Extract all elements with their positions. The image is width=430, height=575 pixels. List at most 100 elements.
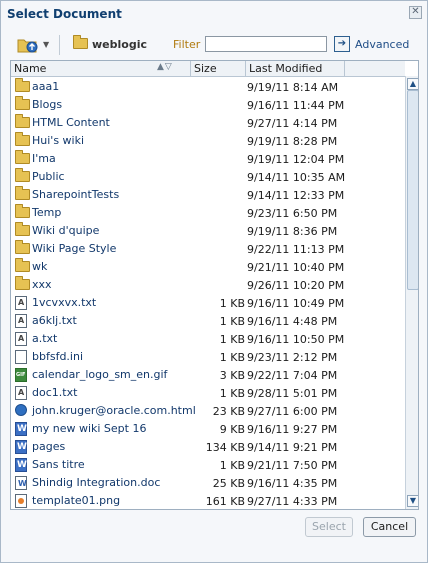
file-modified: 9/27/11 6:00 PM [247, 405, 338, 418]
table-row[interactable]: Shindig Integration.doc 25 KB9/16/11 4:35… [11, 474, 405, 492]
file-name[interactable]: bbfsfd.ini [32, 350, 83, 363]
file-name[interactable]: aaa1 [32, 80, 59, 93]
file-size: 1 KB [219, 297, 245, 310]
file-name[interactable]: template01.png [32, 494, 120, 507]
table-row[interactable]: aaa1 9/19/11 8:14 AM [11, 78, 405, 96]
toolbar-divider [59, 35, 60, 55]
table-row[interactable]: wk 9/21/11 10:40 PM [11, 258, 405, 276]
file-name[interactable]: 1vcvxvx.txt [32, 296, 96, 309]
table-row[interactable]: Blogs 9/16/11 11:44 PM [11, 96, 405, 114]
file-name[interactable]: Hui's wiki [32, 134, 84, 147]
table-row[interactable]: Hui's wiki 9/19/11 8:28 PM [11, 132, 405, 150]
table-row[interactable]: my new wiki Sept 16 9 KB9/16/11 9:27 PM [11, 420, 405, 438]
close-icon[interactable]: ✕ [409, 6, 422, 19]
file-modified: 9/16/11 11:44 PM [247, 99, 345, 112]
table-row[interactable]: a.txt 1 KB9/16/11 10:50 PM [11, 330, 405, 348]
file-name[interactable]: doc1.txt [32, 386, 77, 399]
file-modified: 9/21/11 7:50 PM [247, 459, 338, 472]
column-header-size[interactable]: Size [194, 62, 217, 75]
sort-icon[interactable]: ▲▽ [157, 62, 173, 72]
file-name[interactable]: my new wiki Sept 16 [32, 422, 146, 435]
select-button[interactable]: Select [305, 517, 353, 537]
file-name[interactable]: john.kruger@oracle.com.html [32, 404, 196, 417]
file-modified: 9/27/11 4:14 PM [247, 117, 338, 130]
file-name[interactable]: Temp [32, 206, 61, 219]
column-divider[interactable] [344, 61, 345, 76]
table-row[interactable]: 1vcvxvx.txt 1 KB9/16/11 10:49 PM [11, 294, 405, 312]
file-size: 3 KB [219, 369, 245, 382]
file-name[interactable]: Public [32, 170, 65, 183]
table-row[interactable]: calendar_logo_sm_en.gif 3 KB9/22/11 7:04 … [11, 366, 405, 384]
column-divider[interactable] [190, 61, 191, 76]
file-name[interactable]: Blogs [32, 98, 62, 111]
folder-icon [15, 276, 30, 293]
file-modified: 9/16/11 10:49 PM [247, 297, 345, 310]
file-size: 134 KB [205, 441, 245, 454]
file-name[interactable]: calendar_logo_sm_en.gif [32, 368, 167, 381]
file-name[interactable]: xxx [32, 278, 52, 291]
file-size: 1 KB [219, 333, 245, 346]
chevron-down-icon[interactable]: ▼ [43, 40, 49, 49]
table-row[interactable]: xxx 9/26/11 10:20 PM [11, 276, 405, 294]
table-header: Name ▲▽ Size Last Modified [11, 61, 405, 77]
filter-label: Filter [173, 38, 201, 51]
file-name[interactable]: Wiki Page Style [32, 242, 116, 255]
file-size: 25 KB [212, 477, 245, 490]
filter-go-button[interactable]: ➔ [334, 36, 350, 52]
file-name[interactable]: Shindig Integration.doc [32, 476, 160, 489]
cancel-button[interactable]: Cancel [363, 517, 416, 537]
column-header-name[interactable]: Name [14, 62, 46, 75]
filter-input[interactable] [205, 36, 327, 52]
file-name[interactable]: Sans titre [32, 458, 85, 471]
file-name[interactable]: pages [32, 440, 65, 453]
file-modified: 9/23/11 2:12 PM [247, 351, 338, 364]
file-modified: 9/23/11 6:50 PM [247, 207, 338, 220]
vertical-scrollbar[interactable]: ▲ ▼ [405, 76, 418, 509]
file-size: 1 KB [219, 387, 245, 400]
table-row[interactable]: Wiki Page Style 9/22/11 11:13 PM [11, 240, 405, 258]
table-row[interactable]: Temp 9/23/11 6:50 PM [11, 204, 405, 222]
table-row[interactable]: I'ma 9/19/11 12:04 PM [11, 150, 405, 168]
advanced-link[interactable]: Advanced [355, 38, 409, 51]
scroll-up-icon[interactable]: ▲ [407, 78, 418, 90]
file-modified: 9/16/11 9:27 PM [247, 423, 338, 436]
file-name[interactable]: a.txt [32, 332, 57, 345]
file-table: Name ▲▽ Size Last Modified aaa1 9/19/11 8… [10, 60, 419, 510]
table-row[interactable]: a6klj.txt 1 KB9/16/11 4:48 PM [11, 312, 405, 330]
column-header-modified[interactable]: Last Modified [249, 62, 322, 75]
table-row[interactable]: SharepointTests 9/14/11 12:33 PM [11, 186, 405, 204]
file-modified: 9/28/11 5:01 PM [247, 387, 338, 400]
folder-icon [15, 222, 30, 239]
file-name[interactable]: a6klj.txt [32, 314, 77, 327]
html-file-icon [15, 404, 27, 420]
file-modified: 9/14/11 10:35 AM [247, 171, 346, 184]
table-row[interactable]: Wiki d'quipe 9/19/11 8:36 PM [11, 222, 405, 240]
file-modified: 9/19/11 8:36 PM [247, 225, 338, 238]
file-rows: aaa1 9/19/11 8:14 AM Blogs 9/16/11 11:44 PM… [11, 78, 405, 509]
table-row[interactable]: john.kruger@oracle.com.html 23 KB 9/27/11 … [11, 402, 405, 420]
table-row[interactable]: HTML Content 9/27/11 4:14 PM [11, 114, 405, 132]
file-modified: 9/14/11 9:21 PM [247, 441, 338, 454]
file-name[interactable]: Wiki d'quipe [32, 224, 99, 237]
scroll-down-icon[interactable]: ▼ [407, 495, 418, 507]
column-divider[interactable] [245, 61, 246, 76]
table-row[interactable]: doc1.txt 1 KB9/28/11 5:01 PM [11, 384, 405, 402]
folder-icon [15, 258, 30, 275]
table-row[interactable]: bbfsfd.ini 1 KB 9/23/11 2:12 PM [11, 348, 405, 366]
file-modified: 9/22/11 7:04 PM [247, 369, 338, 382]
folder-icon [15, 132, 30, 149]
table-row[interactable]: template01.png 161 KB 9/27/11 4:33 PM [11, 492, 405, 509]
file-name[interactable]: HTML Content [32, 116, 110, 129]
file-modified: 9/27/11 4:33 PM [247, 495, 338, 508]
folder-icon [15, 96, 30, 113]
file-modified: 9/16/11 10:50 PM [247, 333, 345, 346]
file-name[interactable]: I'ma [32, 152, 56, 165]
table-row[interactable]: Public 9/14/11 10:35 AM [11, 168, 405, 186]
toolbar: ▼ weblogic Filter ➔ Advanced [1, 31, 427, 59]
scrollbar-thumb[interactable] [407, 90, 418, 290]
table-row[interactable]: pages 134 KB9/14/11 9:21 PM [11, 438, 405, 456]
table-row[interactable]: Sans titre 1 KB9/21/11 7:50 PM [11, 456, 405, 474]
file-name[interactable]: SharepointTests [32, 188, 119, 201]
file-name[interactable]: wk [32, 260, 47, 273]
folder-up-button[interactable] [17, 36, 39, 54]
